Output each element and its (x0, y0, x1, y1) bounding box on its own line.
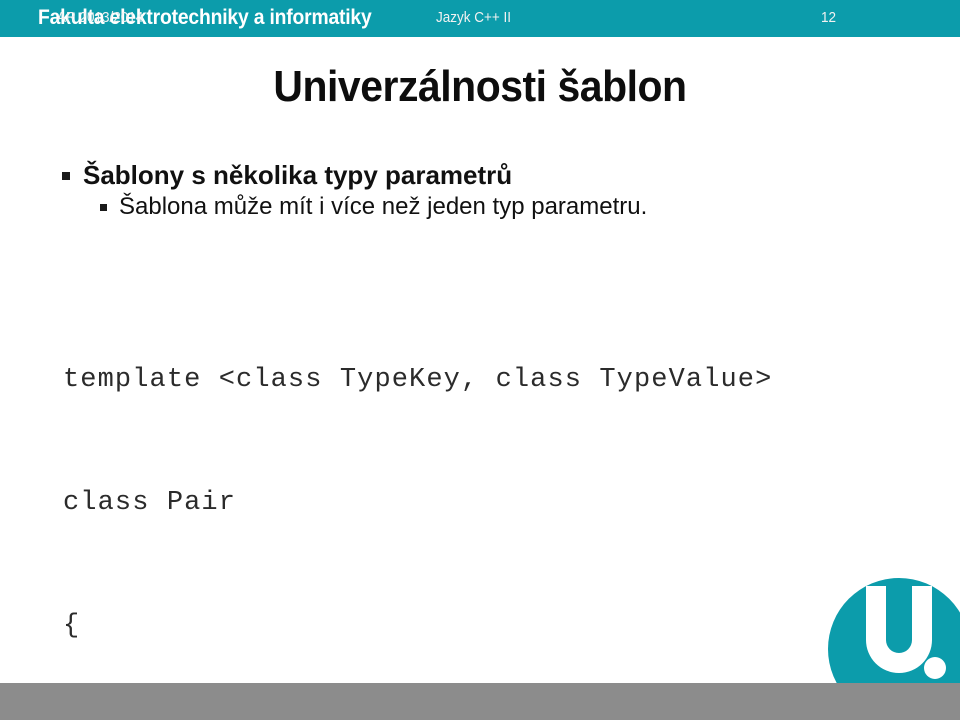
footer-page-number: 12 (821, 9, 837, 26)
code-line: class Pair (63, 488, 237, 518)
slide-canvas: Fakulta elektrotechniky a informatiky Un… (0, 0, 960, 720)
page-title: Univerzálnosti šablon (273, 62, 687, 111)
footer-academic-year: AR 2013/2014 (57, 9, 144, 26)
bullet-list: Šablony s několika typy parametrů Šablon… (0, 160, 960, 221)
square-bullet-icon (62, 172, 70, 180)
footer-bar (0, 683, 960, 720)
list-item-label: Šablony s několika typy parametrů (83, 160, 513, 190)
list-item: Šablony s několika typy parametrů (0, 160, 960, 190)
list-item: Šablona může mít i více než jeden typ pa… (0, 193, 960, 221)
footer-course-title: Jazyk C++ II (436, 9, 512, 26)
code-line: { (63, 611, 81, 641)
square-bullet-icon (100, 204, 107, 211)
list-item-label: Šablona může mít i více než jeden typ pa… (119, 193, 648, 220)
code-block: template <class TypeKey, class TypeValue… (63, 278, 772, 720)
code-line: template <class TypeKey, class TypeValue… (63, 365, 773, 395)
